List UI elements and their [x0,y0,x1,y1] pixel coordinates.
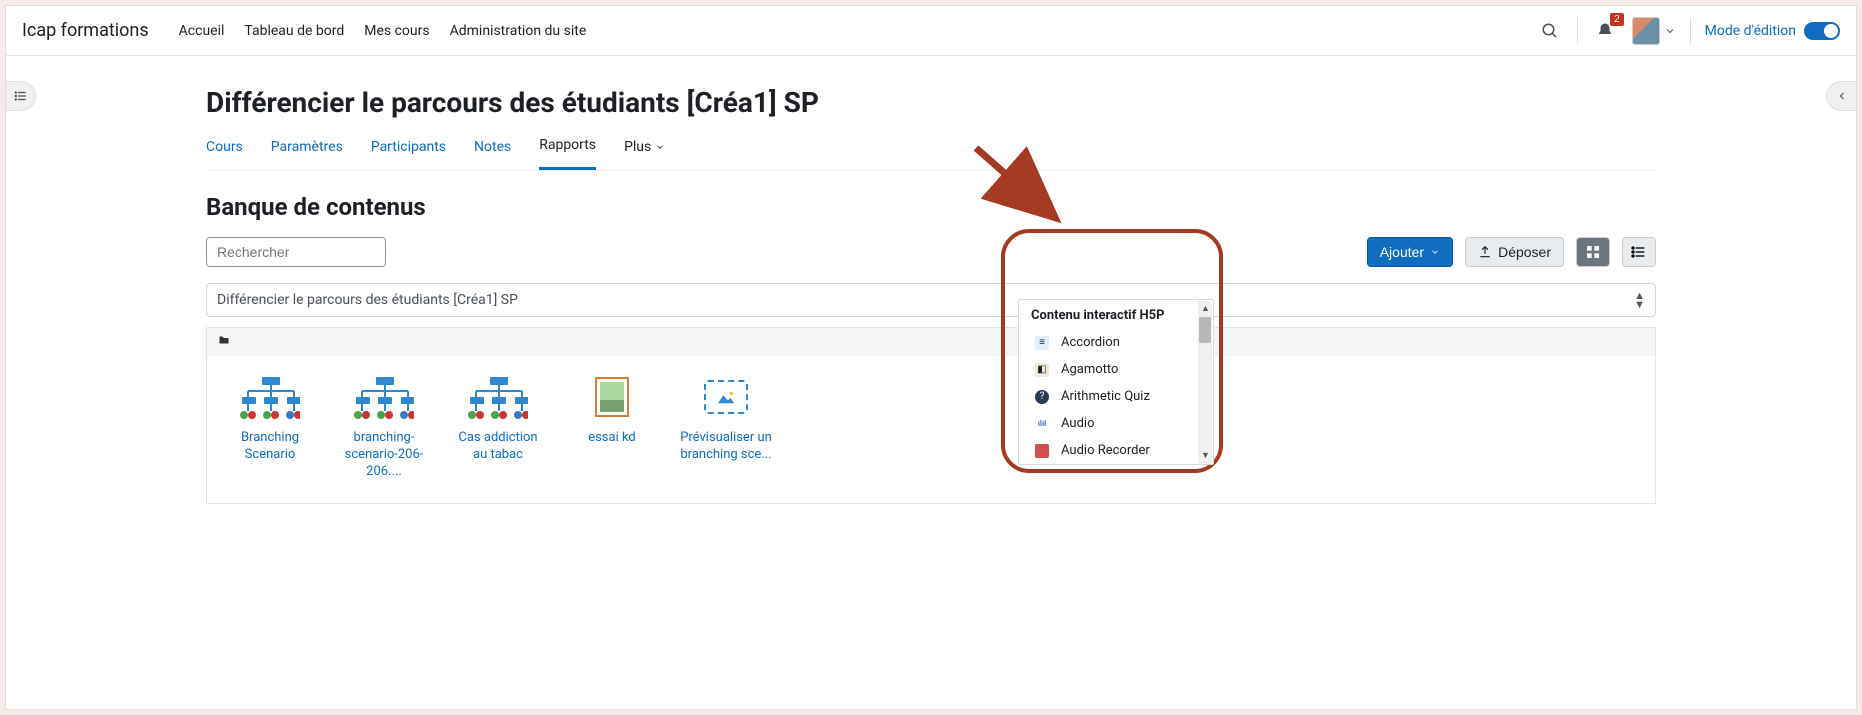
branching-icon [354,375,414,419]
quiz-icon: ? [1035,390,1049,404]
dropdown-item[interactable]: ? Arithmetic Quiz [1019,383,1213,410]
recorder-icon [1035,444,1049,458]
card-label: Prévisualiser un branching sce... [679,430,773,464]
view-list-button[interactable] [1622,237,1656,267]
notifications-icon[interactable]: 2 [1592,18,1618,44]
scrollbar[interactable]: ▲ ▼ [1198,301,1212,463]
scroll-thumb[interactable] [1199,317,1211,343]
notifications-badge: 2 [1610,13,1624,26]
course-tabs: Cours Paramètres Participants Notes Rapp… [206,137,1656,171]
upload-button[interactable]: Déposer [1465,237,1564,267]
audio-icon: ılıl [1035,417,1049,431]
content-card[interactable]: branching-scenario-206-206.... [337,374,431,481]
accordion-icon: ≡ [1035,336,1049,350]
context-select[interactable]: Différencier le parcours des étudiants [… [206,283,1656,317]
section-title: Banque de contenus [206,193,1656,221]
nav-home[interactable]: Accueil [179,23,225,39]
grid-icon [1585,244,1601,260]
dropdown-item[interactable]: ılıl Audio [1019,410,1213,437]
card-label: Branching Scenario [223,430,317,464]
content-card[interactable]: Cas addiction au tabac [451,374,545,481]
content-card[interactable]: essai kd [565,374,659,481]
add-dropdown-panel: Contenu interactif H5P ≡ Accordion ◧ Aga… [1018,243,1218,465]
agamotto-icon: ◧ [1035,363,1049,377]
chevron-down-icon [1430,247,1440,257]
scroll-up-icon[interactable]: ▲ [1201,303,1210,314]
dropdown-item[interactable]: Audio Recorder [1019,437,1213,464]
avatar [1632,17,1660,45]
branching-icon [240,375,300,419]
search-icon[interactable] [1537,18,1563,44]
chevron-down-icon [655,142,665,152]
tab-grades[interactable]: Notes [474,137,511,170]
search-input[interactable] [206,237,386,267]
top-navbar: Icap formations Accueil Tableau de bord … [6,6,1856,56]
card-label: branching-scenario-206-206.... [337,430,431,481]
tab-course[interactable]: Cours [206,137,243,170]
content-cards: Branching Scenario [207,356,1655,503]
nav-siteadmin[interactable]: Administration du site [450,23,587,39]
dropdown-item-label: Audio [1061,416,1094,431]
context-selected-label: Différencier le parcours des étudiants [… [217,292,518,308]
branching-icon [468,375,528,419]
dropdown-item-label: Accordion [1061,335,1120,350]
nav-mycourses[interactable]: Mes cours [364,23,429,39]
list-icon [1631,244,1647,260]
content-bank-toolbar: Ajouter Déposer [206,237,1656,267]
tab-reports[interactable]: Rapports [539,137,596,170]
preview-icon [704,380,748,414]
add-button[interactable]: Ajouter [1367,237,1453,267]
site-brand[interactable]: Icap formations [22,20,149,41]
dropdown-header: Contenu interactif H5P [1019,300,1213,329]
content-area: Branching Scenario [206,327,1656,504]
divider [1690,18,1691,44]
content-card[interactable]: Prévisualiser un branching sce... [679,374,773,481]
scroll-down-icon[interactable]: ▼ [1201,450,1210,461]
tab-params[interactable]: Paramètres [271,137,343,170]
user-menu[interactable] [1632,17,1676,45]
dropdown-item[interactable]: ≡ Accordion [1019,329,1213,356]
select-arrows-icon: ▲▼ [1634,291,1645,309]
tab-participants[interactable]: Participants [371,137,446,170]
upload-icon [1478,245,1492,259]
content-card[interactable]: Branching Scenario [223,374,317,481]
tab-more[interactable]: Plus [624,137,665,170]
divider [1577,18,1578,44]
dropdown-item-label: Audio Recorder [1061,443,1150,458]
image-thumb-icon [595,377,629,417]
main-content: Différencier le parcours des étudiants [… [6,56,1856,504]
card-label: essai kd [565,430,659,447]
dropdown-item-label: Arithmetic Quiz [1061,389,1150,404]
folder-icon [217,334,231,346]
page-title: Différencier le parcours des étudiants [… [206,86,1656,119]
edit-mode-label: Mode d'édition [1705,23,1796,39]
dropdown-item-label: Agamotto [1061,362,1118,377]
primary-nav: Accueil Tableau de bord Mes cours Admini… [179,23,587,39]
toggle-switch-on[interactable] [1804,22,1840,40]
dropdown-item[interactable]: ◧ Agamotto [1019,356,1213,383]
breadcrumb-bar[interactable] [207,328,1655,356]
nav-dashboard[interactable]: Tableau de bord [244,23,344,39]
view-grid-button[interactable] [1576,237,1610,267]
edit-mode-toggle[interactable]: Mode d'édition [1705,22,1840,40]
card-label: Cas addiction au tabac [451,430,545,464]
chevron-down-icon [1664,25,1676,37]
